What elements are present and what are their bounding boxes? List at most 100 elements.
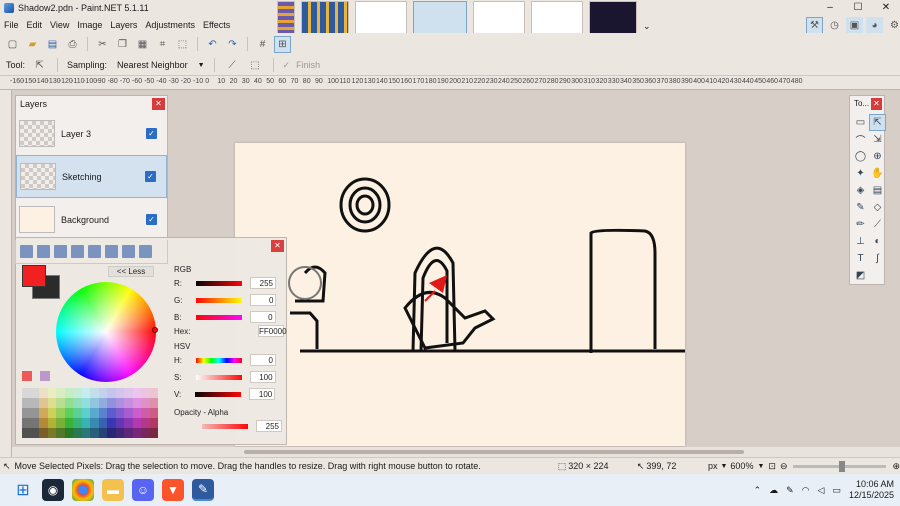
palette-color[interactable] (132, 408, 141, 418)
blue-bar[interactable] (195, 314, 242, 320)
layer-visibility-checkbox[interactable]: ✓ (145, 171, 156, 182)
layer-row[interactable]: Background ✓ (16, 198, 167, 241)
undo-icon[interactable]: ↶ (204, 36, 221, 53)
chevron-down-icon[interactable]: ▼ (198, 62, 205, 69)
color-wheel-marker[interactable] (152, 327, 158, 333)
horizontal-scrollbar[interactable] (12, 447, 900, 457)
duplicate-layer-icon[interactable] (54, 245, 67, 258)
green-value[interactable]: 0 (250, 294, 277, 306)
palette-menu-icon[interactable] (40, 371, 50, 381)
palette-color[interactable] (39, 418, 48, 428)
lasso-icon[interactable]: ⌒ (852, 131, 869, 148)
value-value[interactable]: 100 (249, 388, 276, 400)
palette-color[interactable] (64, 428, 73, 438)
tools-toggle-icon[interactable]: ⚒ (806, 17, 823, 34)
zoom-icon[interactable]: ⊕ (869, 148, 886, 165)
value-bar[interactable] (195, 391, 242, 397)
hue-value[interactable]: 0 (250, 354, 276, 366)
close-icon[interactable]: ✕ (152, 98, 165, 110)
palette-color[interactable] (81, 388, 90, 398)
palette-color[interactable] (73, 398, 82, 408)
palette-color[interactable] (141, 418, 150, 428)
layer-properties-icon[interactable] (122, 245, 135, 258)
move-selection-tool-icon[interactable]: ⇱ (31, 57, 48, 74)
layer-row[interactable]: Layer 3 ✓ (16, 112, 167, 155)
pencil-icon[interactable]: ✏ (852, 216, 869, 233)
wrench-icon[interactable] (139, 245, 152, 258)
crop-icon[interactable]: ⌗ (154, 36, 171, 53)
palette-color[interactable] (30, 388, 39, 398)
red-value[interactable]: 255 (250, 277, 276, 289)
palette-color[interactable] (107, 418, 116, 428)
palette-color[interactable] (56, 418, 65, 428)
palette-color[interactable] (115, 408, 124, 418)
layer-row-selected[interactable]: Sketching ✓ (16, 155, 167, 198)
palette-color[interactable] (39, 408, 48, 418)
new-icon[interactable]: ▢ (4, 36, 21, 53)
saturation-value[interactable]: 100 (249, 371, 276, 383)
ellipse-select-icon[interactable]: ◯ (852, 148, 869, 165)
finish-button[interactable]: Finish (296, 60, 320, 70)
palette-color[interactable] (81, 428, 90, 438)
palette-color[interactable] (30, 428, 39, 438)
red-slider[interactable]: R: 255 (174, 276, 284, 290)
palette-color[interactable] (141, 408, 150, 418)
green-bar[interactable] (196, 297, 243, 303)
move-selected-icon[interactable]: ⇱ (869, 114, 886, 131)
palette-color[interactable] (47, 428, 56, 438)
chevron-down-icon[interactable]: ▼ (757, 463, 764, 470)
paste-icon[interactable]: ▦ (134, 36, 151, 53)
text-icon[interactable]: T (852, 250, 869, 267)
green-slider[interactable]: G: 0 (174, 293, 284, 307)
close-button[interactable]: ✕ (872, 0, 900, 16)
palette-color[interactable] (90, 398, 99, 408)
paint-bucket-icon[interactable]: ◈ (852, 182, 869, 199)
zoom-slider-thumb[interactable] (839, 460, 846, 472)
merge-layer-icon[interactable] (71, 245, 84, 258)
less-button[interactable]: << Less (108, 266, 154, 277)
palette-color[interactable] (141, 398, 150, 408)
palette-color[interactable] (73, 408, 82, 418)
palette-color[interactable] (56, 408, 65, 418)
rectangle-select-icon[interactable]: ▭ (852, 114, 869, 131)
palette-color[interactable] (149, 398, 158, 408)
palette-color[interactable] (64, 418, 73, 428)
palette-color[interactable] (107, 388, 116, 398)
palette-color[interactable] (56, 428, 65, 438)
layer-visibility-checkbox[interactable]: ✓ (146, 214, 157, 225)
close-icon[interactable]: ✕ (871, 98, 882, 110)
units-dropdown[interactable]: px (708, 461, 718, 471)
palette-color[interactable] (115, 388, 124, 398)
palette-color[interactable] (47, 398, 56, 408)
palette-color[interactable] (141, 428, 150, 438)
sampling-dropdown[interactable]: Nearest Neighbor (113, 60, 192, 70)
menu-adjustments[interactable]: Adjustments (141, 20, 199, 30)
paintnet-icon[interactable]: ✎ (192, 479, 214, 501)
palette-color[interactable] (47, 418, 56, 428)
move-layer-up-icon[interactable] (88, 245, 101, 258)
open-icon[interactable]: ▰ (24, 36, 41, 53)
palette-color[interactable] (22, 418, 31, 428)
palette-color[interactable] (81, 398, 90, 408)
palette-color[interactable] (47, 388, 56, 398)
red-bar[interactable] (196, 280, 242, 286)
palette-color[interactable] (30, 398, 39, 408)
menu-effects[interactable]: Effects (199, 20, 234, 30)
deselect-icon[interactable]: ⬚ (174, 36, 191, 53)
clock[interactable]: 10:06 AM 12/15/2025 (849, 479, 894, 501)
palette-color[interactable] (90, 418, 99, 428)
history-toggle-icon[interactable]: ◷ (826, 17, 843, 34)
blue-slider[interactable]: B: 0 (174, 310, 284, 324)
cut-icon[interactable]: ✂ (94, 36, 111, 53)
palette-color[interactable] (98, 388, 107, 398)
palette-color[interactable] (132, 398, 141, 408)
save-icon[interactable]: ▤ (44, 36, 61, 53)
alpha-bar[interactable] (202, 423, 248, 429)
palette-color[interactable] (56, 398, 65, 408)
palette-color[interactable] (73, 418, 82, 428)
palette-color[interactable] (39, 398, 48, 408)
palette-color[interactable] (107, 408, 116, 418)
palette-color[interactable] (124, 428, 133, 438)
onedrive-icon[interactable]: ☁ (769, 485, 778, 496)
palette-color[interactable] (124, 398, 133, 408)
